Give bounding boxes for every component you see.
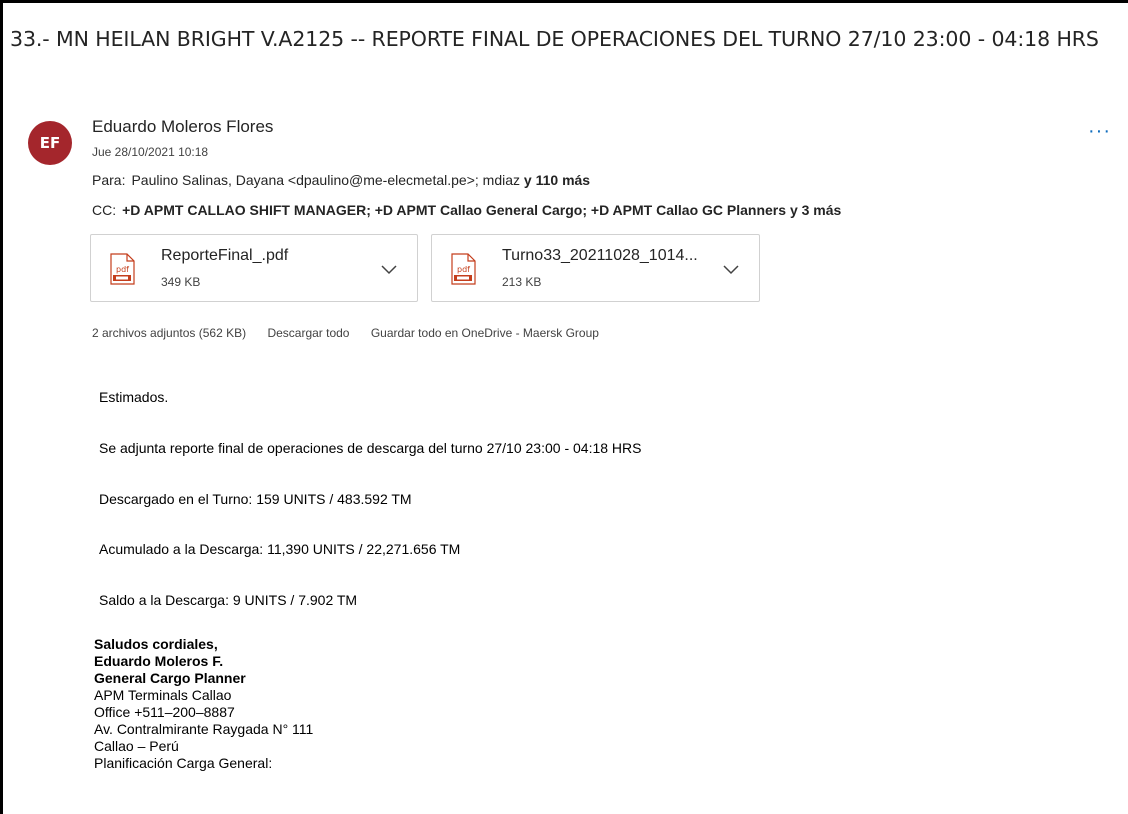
to-more-link[interactable]: y 110 más: [524, 172, 590, 188]
attachment-name[interactable]: ReporteFinal_.pdf: [161, 247, 288, 265]
svg-text:pdf: pdf: [457, 265, 470, 274]
sig-dept: Planificación Carga General:: [94, 755, 273, 771]
sig-name: Eduardo Moleros F.: [94, 653, 224, 669]
attachment-count: 2 archivos adjuntos (562 KB): [92, 326, 247, 340]
sent-date: Jue 28/10/2021 10:18: [92, 145, 209, 159]
avatar[interactable]: EF: [28, 121, 72, 165]
sig-address: Av. Contralmirante Raygada N° 111: [94, 721, 314, 737]
body-balance: Saldo a la Descarga: 9 UNITS / 7.902 TM: [99, 592, 358, 608]
sender-name[interactable]: Eduardo Moleros Flores: [92, 117, 273, 137]
body-accumulated: Acumulado a la Descarga: 11,390 UNITS / …: [99, 541, 461, 557]
to-label: Para:: [92, 172, 126, 188]
download-all-link[interactable]: Descargar todo: [267, 326, 349, 340]
body-intro: Se adjunta reporte final de operaciones …: [99, 440, 642, 456]
body-discharged: Descargado en el Turno: 159 UNITS / 483.…: [99, 491, 412, 507]
attachment-summary: 2 archivos adjuntos (562 KB) Descargar t…: [92, 326, 617, 340]
email-subject: 33.- MN HEILAN BRIGHT V.A2125 -- REPORTE…: [10, 27, 1099, 51]
chevron-down-icon[interactable]: [721, 259, 741, 279]
sig-closing: Saludos cordiales,: [94, 636, 218, 652]
sig-title: General Cargo Planner: [94, 670, 246, 686]
cc-label: CC:: [92, 202, 117, 218]
attachment-size: 213 KB: [502, 275, 542, 289]
save-onedrive-link[interactable]: Guardar todo en OneDrive - Maersk Group: [371, 326, 599, 340]
sig-city: Callao – Perú: [94, 738, 179, 754]
chevron-down-icon[interactable]: [379, 259, 399, 279]
attachment-card[interactable]: pdf ReporteFinal_.pdf 349 KB: [90, 234, 418, 302]
to-line: Para: Paulino Salinas, Dayana <dpaulino@m…: [92, 172, 590, 188]
attachment-size: 349 KB: [161, 275, 201, 289]
attachment-card[interactable]: pdf Turno33_20211028_1014... 213 KB: [431, 234, 760, 302]
cc-more-link[interactable]: y 3 más: [790, 202, 841, 218]
svg-text:pdf: pdf: [116, 265, 129, 274]
pdf-icon: pdf: [451, 253, 476, 285]
pdf-icon: pdf: [110, 253, 135, 285]
sig-company: APM Terminals Callao: [94, 687, 232, 703]
cc-line: CC: +D APMT CALLAO SHIFT MANAGER; +D APMT…: [92, 202, 841, 218]
cc-recipients[interactable]: +D APMT CALLAO SHIFT MANAGER; +D APMT Ca…: [122, 202, 786, 218]
attachment-name[interactable]: Turno33_20211028_1014...: [502, 247, 698, 265]
to-recipients[interactable]: Paulino Salinas, Dayana <dpaulino@me-ele…: [131, 172, 520, 188]
body-greeting: Estimados.: [99, 389, 169, 405]
sig-office: Office +511–200–8887: [94, 704, 235, 720]
more-horizontal-icon[interactable]: ···: [1088, 120, 1111, 143]
signature: Saludos cordiales, Eduardo Moleros F. Ge…: [94, 636, 313, 772]
